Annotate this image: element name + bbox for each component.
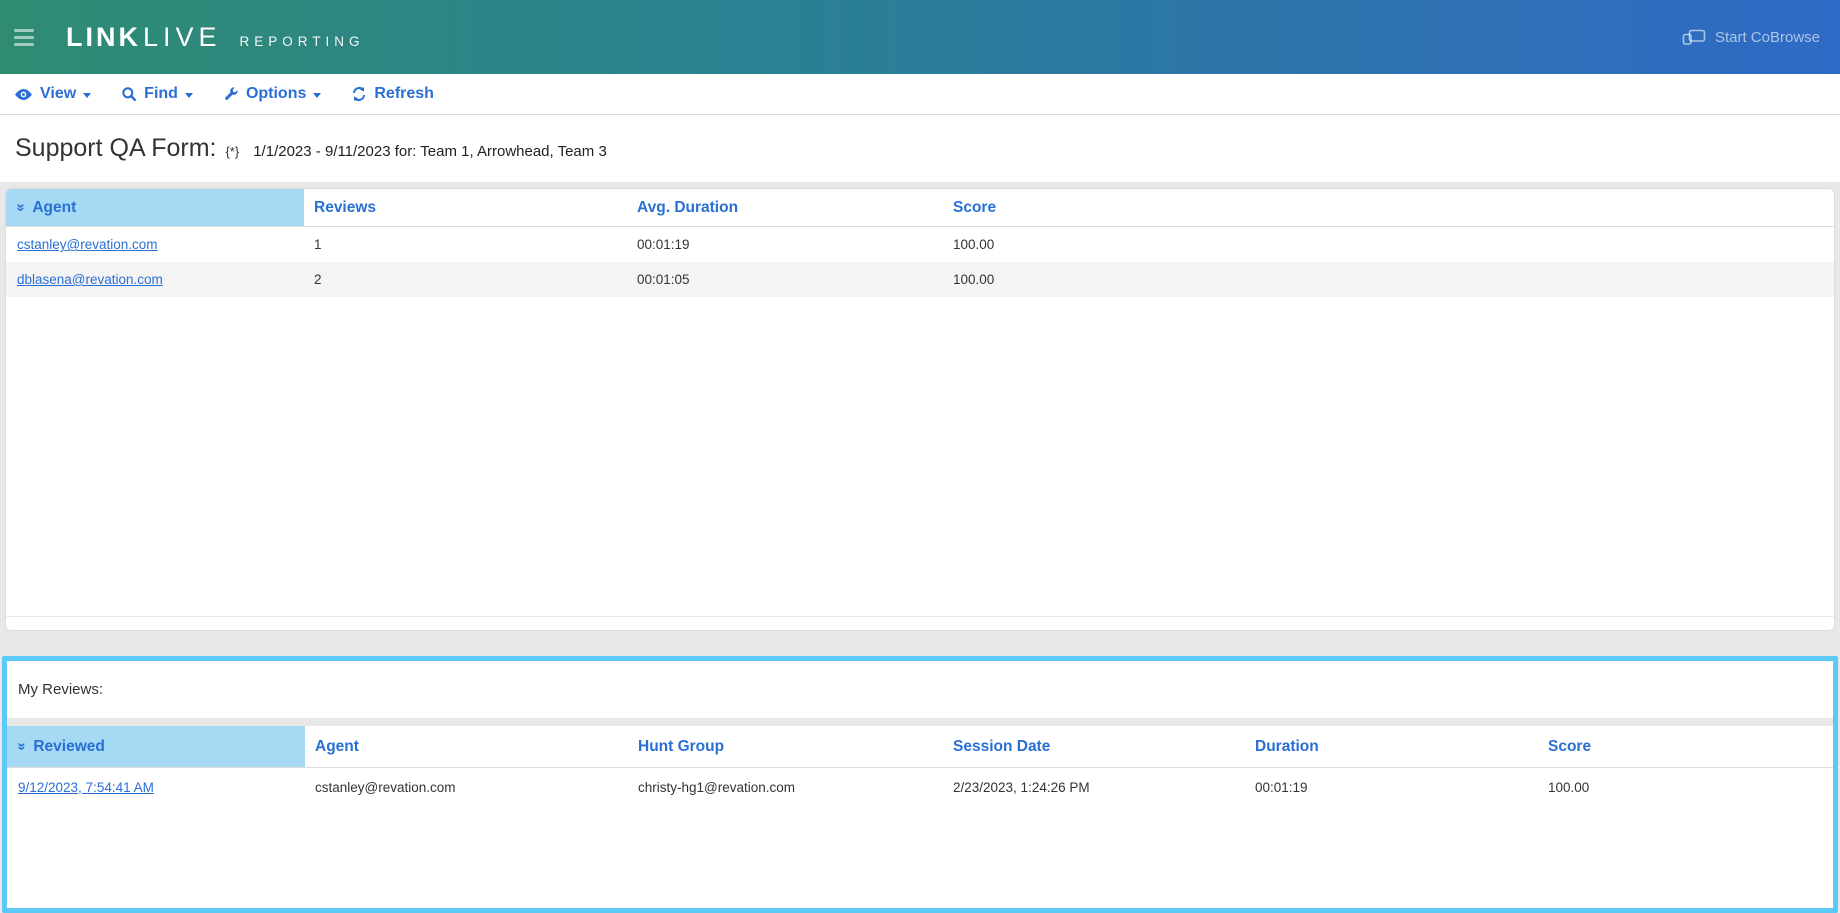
find-label: Find xyxy=(144,85,178,103)
find-menu-button[interactable]: Find xyxy=(121,85,193,103)
score-value: 100.00 xyxy=(1538,780,1833,795)
panel-footer-divider xyxy=(6,616,1834,617)
column-header-score[interactable]: Score xyxy=(943,199,1834,217)
session-date-value: 2/23/2023, 1:24:26 PM xyxy=(943,780,1245,795)
column-header-reviewed[interactable]: » Reviewed xyxy=(7,726,305,767)
avg-duration-value: 00:01:05 xyxy=(627,272,943,287)
refresh-label: Refresh xyxy=(374,85,434,103)
report-date-range: 1/1/2023 - 9/11/2023 for: Team 1, Arrowh… xyxy=(253,143,607,160)
column-header-agent[interactable]: Agent xyxy=(305,738,628,756)
column-header-avg-duration[interactable]: Avg. Duration xyxy=(627,199,943,217)
column-header-agent[interactable]: » Agent xyxy=(6,189,304,226)
agent-email: cstanley@revation.com xyxy=(305,780,628,795)
cobrowse-label: Start CoBrowse xyxy=(1715,29,1820,46)
wrench-icon xyxy=(223,86,239,102)
cobrowse-screen-icon xyxy=(1682,29,1706,46)
column-header-score[interactable]: Score xyxy=(1538,738,1833,756)
refresh-icon xyxy=(351,86,367,102)
eye-icon xyxy=(14,88,33,101)
view-label: View xyxy=(40,85,76,103)
agent-email-link[interactable]: dblasena@revation.com xyxy=(17,272,163,287)
reviews-table-header-row: » Reviewed Agent Hunt Group Session Date… xyxy=(7,726,1833,768)
app-header: LINK LIVE REPORTING Start CoBrowse xyxy=(0,0,1840,74)
score-value: 100.00 xyxy=(943,272,1834,287)
logo-link-text: LINK xyxy=(66,22,141,53)
view-menu-button[interactable]: View xyxy=(14,85,91,103)
sort-descending-icon: » xyxy=(14,203,29,211)
avg-duration-value: 00:01:19 xyxy=(627,237,943,252)
report-title-block: Support QA Form: {*} 1/1/2023 - 9/11/202… xyxy=(0,115,1840,182)
score-value: 100.00 xyxy=(943,237,1834,252)
report-toolbar: View Find Options xyxy=(0,74,1840,115)
column-header-session-date[interactable]: Session Date xyxy=(943,738,1245,756)
options-label: Options xyxy=(246,85,306,103)
app-logo: LINK LIVE REPORTING xyxy=(66,22,365,53)
logo-live-text: LIVE xyxy=(143,22,222,53)
agent-email-link[interactable]: cstanley@revation.com xyxy=(17,237,158,252)
chevron-down-icon xyxy=(185,93,193,98)
search-icon xyxy=(121,86,137,102)
title-template-badge: {*} xyxy=(225,144,239,159)
duration-value: 00:01:19 xyxy=(1245,780,1538,795)
reviews-count: 1 xyxy=(304,237,627,252)
my-reviews-panel: My Reviews: » Reviewed Agent Hunt Group … xyxy=(2,656,1838,913)
reviews-count: 2 xyxy=(304,272,627,287)
options-menu-button[interactable]: Options xyxy=(223,85,321,103)
table-row: cstanley@revation.com 1 00:01:19 100.00 xyxy=(6,227,1834,262)
review-timestamp-link[interactable]: 9/12/2023, 7:54:41 AM xyxy=(18,780,154,795)
chevron-down-icon xyxy=(83,93,91,98)
column-header-duration[interactable]: Duration xyxy=(1245,738,1538,756)
my-reviews-label: My Reviews: xyxy=(18,681,103,698)
hamburger-menu-icon[interactable] xyxy=(14,29,34,46)
sort-descending-icon: » xyxy=(15,742,30,750)
section-divider xyxy=(7,718,1833,726)
start-cobrowse-button[interactable]: Start CoBrowse xyxy=(1682,29,1820,46)
agent-table-header-row: » Agent Reviews Avg. Duration Score xyxy=(6,189,1834,227)
chevron-down-icon xyxy=(313,93,321,98)
column-header-reviews[interactable]: Reviews xyxy=(304,199,627,217)
table-row: 9/12/2023, 7:54:41 AM cstanley@revation.… xyxy=(7,768,1833,806)
hunt-group-email: christy-hg1@revation.com xyxy=(628,780,943,795)
refresh-button[interactable]: Refresh xyxy=(351,85,434,103)
column-header-hunt-group[interactable]: Hunt Group xyxy=(628,738,943,756)
logo-reporting-text: REPORTING xyxy=(240,34,365,49)
agent-summary-panel: » Agent Reviews Avg. Duration Score csta… xyxy=(6,189,1834,630)
table-row: dblasena@revation.com 2 00:01:05 100.00 xyxy=(6,262,1834,297)
page-title: Support QA Form: xyxy=(15,134,216,163)
